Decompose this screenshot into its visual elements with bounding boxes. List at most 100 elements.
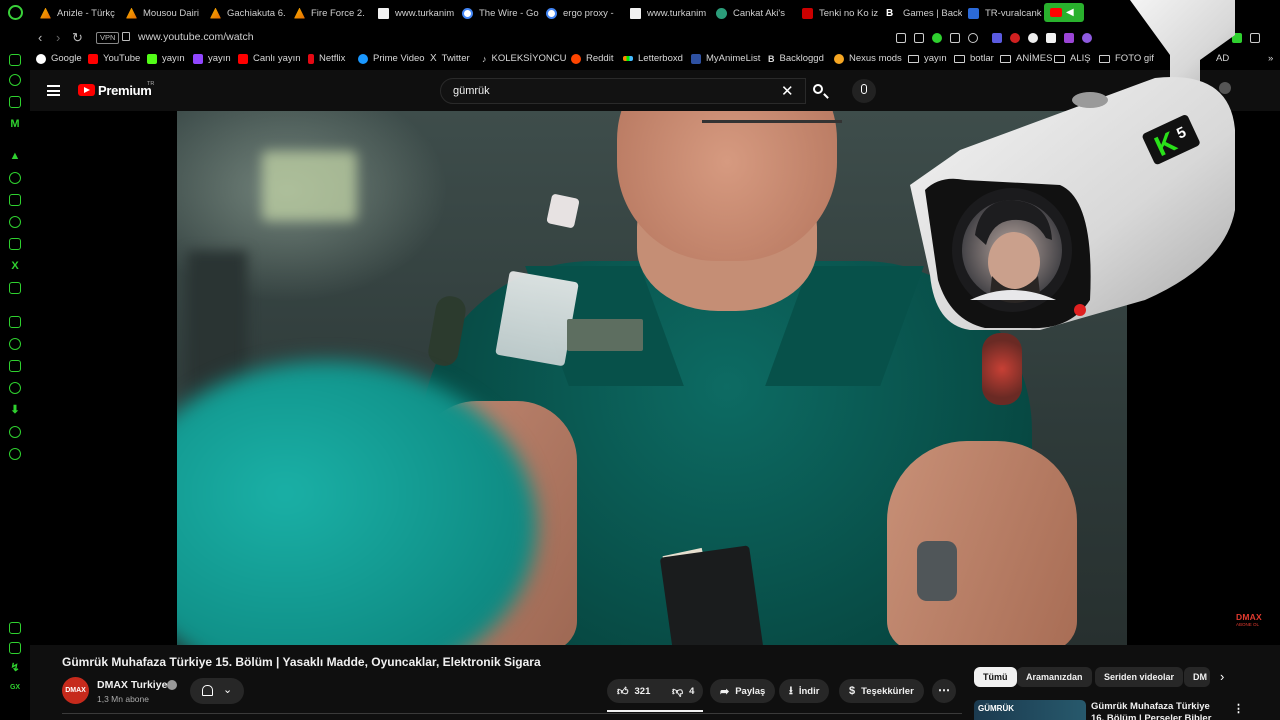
tab[interactable]: Cankat Aki's [710, 0, 796, 26]
ai-icon[interactable]: M [9, 118, 21, 130]
thumbs-up-icon: 👍︎ [617, 685, 629, 698]
youtube-premium-logo[interactable]: Premium [98, 83, 152, 98]
tab[interactable]: www.turkanim [372, 0, 456, 26]
discord-icon[interactable] [9, 282, 21, 294]
whatsapp-icon[interactable] [9, 216, 21, 228]
anizle-icon [126, 7, 137, 19]
dmax-channel-bug[interactable]: DMAX ABONE OL [1236, 613, 1270, 629]
channel-name[interactable]: DMAX Turkiye [97, 679, 167, 691]
instagram-icon[interactable] [9, 238, 21, 250]
bookmark[interactable]: MyAnimeList [691, 53, 760, 64]
twitch-icon[interactable] [9, 194, 21, 206]
forward-icon[interactable]: › [56, 30, 60, 46]
cpu-limiter-icon[interactable] [9, 642, 21, 654]
downloads-icon[interactable] [1250, 33, 1260, 43]
bookmark[interactable]: Prime Video [358, 53, 425, 64]
tab[interactable]: Tenki no Ko iz [796, 0, 880, 26]
bookmark[interactable]: Nexus mods [834, 53, 902, 64]
reload-icon[interactable]: ↻ [72, 30, 83, 46]
share-icon: ➦ [720, 685, 730, 698]
chip-channel[interactable]: DM [1184, 667, 1210, 687]
bookmark[interactable]: YouTube [88, 53, 140, 64]
bookmark[interactable]: yayın [193, 53, 231, 64]
gx-corner-icon[interactable]: GX [9, 682, 21, 694]
bookmark[interactable]: Canlı yayın [238, 53, 301, 64]
badge-clip [546, 193, 580, 229]
recording-light [1074, 304, 1086, 316]
officer-glasses [702, 111, 842, 123]
subscribed-bell-button[interactable]: ⌄ [190, 678, 244, 704]
chip-series[interactable]: Seriden videolar [1095, 667, 1184, 687]
share-button[interactable]: ➦ Paylaş [710, 679, 776, 703]
download-icon: ⭳ [789, 684, 793, 697]
google-icon [462, 7, 473, 19]
vpn-badge[interactable]: VPN [96, 32, 120, 44]
menu-icon[interactable] [47, 85, 60, 96]
search-button[interactable] [806, 78, 834, 104]
chevron-down-icon: ⌄ [223, 684, 233, 696]
chip-from-search[interactable]: Aramanızdan [1017, 667, 1092, 687]
wallet-icon[interactable] [9, 360, 21, 372]
messenger-icon[interactable] [9, 54, 21, 66]
refresh-icon[interactable] [9, 74, 21, 86]
apps-icon[interactable] [9, 316, 21, 328]
settings-icon[interactable] [9, 448, 21, 460]
tab[interactable]: The Wire - Go [456, 0, 540, 26]
like-button[interactable]: 👍︎ 321 [607, 679, 662, 703]
tab[interactable]: ergo proxy - [540, 0, 624, 26]
chatgpt-icon[interactable] [9, 172, 21, 184]
thanks-button[interactable]: $ Teşekkürler [839, 679, 924, 703]
recommended-thumbnail[interactable]: GÜMRÜK [974, 700, 1086, 720]
opera-logo-icon[interactable] [8, 5, 23, 20]
twitch-icon [193, 53, 203, 64]
video-title: Gümrük Muhafaza Türkiye 15. Bölüm | Yasa… [62, 655, 541, 669]
turkish-flag-patch [982, 333, 1022, 405]
x-icon: X [430, 53, 437, 64]
bookmark[interactable]: Letterboxd [623, 53, 683, 64]
tab[interactable]: Mousou Dairi [120, 0, 204, 26]
lock-icon[interactable] [122, 32, 130, 41]
passport [659, 545, 765, 645]
bookmark[interactable]: X Twitter [430, 53, 470, 64]
bookmark[interactable]: ♪ KOLEKSİYONCU [482, 53, 566, 64]
bookmark[interactable]: Google [36, 53, 82, 64]
chip-all[interactable]: Tümü [974, 667, 1017, 687]
url-field[interactable]: www.youtube.com/watch [138, 31, 254, 43]
more-actions-button[interactable]: ⋯ [932, 679, 956, 703]
bookmark[interactable]: B Backloggd [768, 53, 824, 64]
tab[interactable]: Gachiakuta 6. [204, 0, 288, 26]
search-input[interactable]: gümrük ✕ [440, 78, 806, 104]
back-icon[interactable]: ‹ [38, 30, 42, 46]
aria-icon[interactable]: ▲ [9, 150, 21, 162]
more-icon[interactable]: ⋮ [1233, 702, 1244, 715]
x-icon[interactable]: X [9, 260, 21, 272]
super-thanks-icon: $ [849, 685, 856, 697]
bookmark[interactable]: Netflix [308, 53, 345, 64]
mal-icon [691, 53, 701, 64]
chevron-right-icon[interactable]: » [1268, 53, 1273, 64]
tab[interactable]: www.turkanim [624, 0, 710, 26]
ram-limiter-icon[interactable] [9, 622, 21, 634]
tab[interactable]: Anizle - Türkç [34, 0, 120, 26]
recommended-title[interactable]: Gümrük Muhafaza Türkiye 16. Bölüm | Pers… [1091, 701, 1221, 720]
download-button[interactable]: ⭳ İndir [779, 679, 830, 703]
bookmark[interactable]: yayın [147, 53, 185, 64]
site-icon [802, 7, 813, 19]
network-icon[interactable]: ↯ [9, 662, 21, 674]
anizle-icon [40, 7, 51, 19]
dislike-button[interactable]: 👎︎ 4 [662, 679, 703, 703]
search-icon [813, 84, 823, 94]
voice-search-button[interactable] [852, 79, 876, 103]
extensions-icon[interactable] [9, 426, 21, 438]
chevron-right-icon[interactable]: › [1220, 669, 1224, 684]
download-icon[interactable]: ⬇ [9, 404, 21, 416]
tiktok-icon: ♪ [482, 53, 487, 64]
history-icon[interactable] [9, 382, 21, 394]
news-icon[interactable] [9, 96, 21, 108]
avatar[interactable]: DMAX [62, 677, 89, 704]
clear-search-icon[interactable]: ✕ [781, 82, 794, 100]
heart-icon[interactable] [9, 338, 21, 350]
bookmark[interactable]: Reddit [571, 53, 613, 64]
youtube-logo-icon[interactable] [78, 84, 95, 96]
tab[interactable]: Fire Force 2. [288, 0, 372, 26]
